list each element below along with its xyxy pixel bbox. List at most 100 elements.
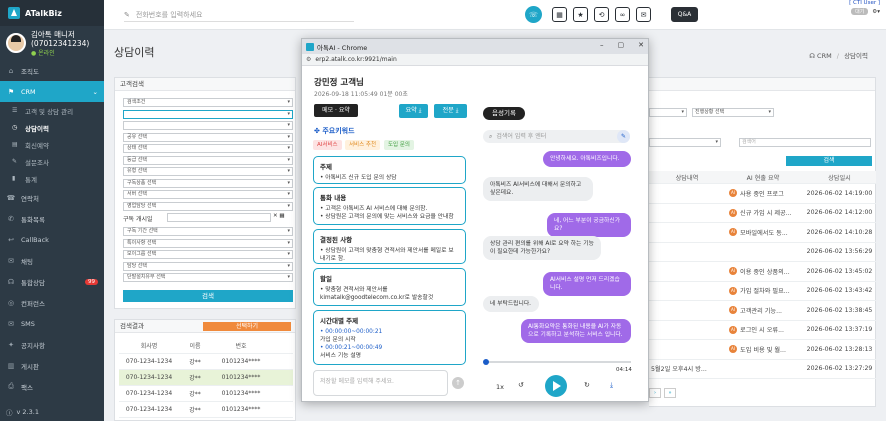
progress-knob[interactable] bbox=[483, 359, 489, 365]
filter-select[interactable]: 구독상품 선택 bbox=[123, 178, 293, 188]
sidebar-item[interactable]: ▮ 통계 bbox=[0, 170, 104, 187]
search-button[interactable]: 검색 bbox=[123, 290, 293, 302]
keyword-type-select[interactable] bbox=[649, 138, 721, 147]
subscribe-date-input[interactable] bbox=[167, 213, 271, 222]
site-info-icon: ⚙ bbox=[306, 56, 312, 63]
sidebar-item[interactable]: ☰ 고객 및 상담 관리 bbox=[0, 102, 104, 119]
maximize-icon[interactable]: ▢ bbox=[618, 41, 625, 49]
qa-button[interactable]: Q&A bbox=[671, 7, 698, 22]
rewind-icon[interactable]: ↺ bbox=[518, 381, 524, 389]
filter-select[interactable]: 모이그룹 선택 bbox=[123, 250, 293, 259]
table-row[interactable]: 070-1234-1234 강** 0101234**** bbox=[119, 370, 293, 386]
filter-select[interactable]: 등급 선택 bbox=[123, 155, 293, 165]
play-button[interactable] bbox=[545, 375, 567, 397]
sidebar-item[interactable]: ✎ 설문조사 bbox=[0, 153, 104, 170]
sidebar-item[interactable]: ▤ 회신예약 bbox=[0, 136, 104, 153]
table-row[interactable]: 2026-06-02 13:56:29 bbox=[649, 243, 876, 262]
table-row[interactable]: AI 신규 가입 시 제공... 2026-06-02 14:12:00 bbox=[649, 204, 876, 223]
phone-search-input[interactable]: ✎ 전화번호를 입력하세요 bbox=[124, 8, 354, 22]
sidebar-item[interactable]: ✆ 통화목록 bbox=[0, 208, 104, 229]
summary-card-title: 주제 bbox=[320, 163, 332, 171]
column-header: 회사명 bbox=[140, 343, 158, 350]
filter-select[interactable]: 검색조건 bbox=[123, 98, 293, 107]
table-row[interactable]: AI 로그인 시 오류... 2026-06-02 13:37:19 bbox=[649, 321, 876, 340]
table-cell: 2026-06-02 13:56:29 bbox=[806, 248, 873, 256]
chat-search-input[interactable]: ⌕ 검색어 입력 후 엔터 bbox=[483, 130, 630, 143]
download-full-button[interactable]: 전문 ⤓ bbox=[434, 104, 467, 118]
popup-titlebar[interactable]: 아톡AI - Chrome – ▢ ✕ bbox=[302, 39, 648, 54]
voice-record-tab[interactable]: 음성기록 bbox=[483, 107, 525, 120]
sidebar-item[interactable]: ✉ SMS bbox=[0, 313, 104, 334]
speed-button[interactable]: 1x bbox=[496, 383, 504, 391]
table-row[interactable]: AI 모바일에서도 동... 2026-06-02 14:10:28 bbox=[649, 223, 876, 243]
status-pill[interactable]: 대기 bbox=[851, 8, 869, 15]
sidebar-item[interactable]: ↩ CallBack bbox=[0, 229, 104, 250]
filter-select[interactable]: 상태 선택 bbox=[123, 144, 293, 153]
mail-button[interactable]: ✉ bbox=[636, 7, 651, 22]
download-icon[interactable]: ⤓ bbox=[610, 381, 613, 390]
edit-icon[interactable]: ✎ bbox=[617, 130, 630, 143]
forward-icon[interactable]: ↻ bbox=[584, 381, 590, 389]
sidebar-item[interactable]: ◷ 상담이력 bbox=[0, 119, 104, 136]
filter-select[interactable]: 특이사항 선택 bbox=[123, 238, 293, 248]
sidebar-item-label: 통계 bbox=[25, 175, 37, 184]
filter-select[interactable] bbox=[123, 109, 293, 119]
sidebar-item[interactable]: ☎ 연락처 bbox=[0, 187, 104, 208]
brand[interactable]: ATalkBiz bbox=[0, 0, 104, 26]
download-summary-button[interactable]: 요약 ⤓ bbox=[399, 104, 428, 118]
call-button[interactable]: ☏ bbox=[525, 6, 542, 23]
sidebar-item[interactable]: ◎ 컨퍼런스 bbox=[0, 292, 104, 313]
filter-select[interactable]: 단말설치유무 선택 bbox=[123, 273, 293, 282]
favorite-button[interactable]: ★ bbox=[573, 7, 588, 22]
table-row[interactable]: 070-1234-1234 강** 0101234**** bbox=[119, 386, 293, 402]
table-row[interactable]: 5월2일 오후4시 방... 2026-06-02 13:27:29 bbox=[649, 360, 876, 379]
select-button[interactable]: 선택하기 bbox=[203, 322, 291, 331]
table-row[interactable]: AI 이용 중인 상품의... 2026-06-02 13:45:02 bbox=[649, 262, 876, 282]
sidebar-item[interactable]: ⎙ 팩스 bbox=[0, 376, 104, 397]
dialpad-button[interactable]: ▦ bbox=[552, 7, 567, 22]
sidebar-item-label: 게시판 bbox=[21, 362, 39, 371]
user-profile[interactable]: 김아톡 매니저 (07012341234) ● 온라인 bbox=[0, 26, 104, 60]
send-memo-button[interactable]: ↑ bbox=[452, 377, 464, 389]
link-button[interactable]: ∞ bbox=[615, 7, 630, 22]
list-search-button[interactable]: 검색 bbox=[786, 156, 872, 166]
sidebar-item[interactable]: ✉ 채팅 bbox=[0, 250, 104, 271]
gear-icon[interactable]: ⚙▾ bbox=[872, 9, 880, 15]
filter-select[interactable]: 영업담당 선택 bbox=[123, 201, 293, 211]
close-icon[interactable]: ✕ bbox=[638, 41, 644, 49]
table-cell: 2026-06-02 13:38:45 bbox=[806, 306, 873, 314]
filter-select[interactable] bbox=[649, 108, 687, 117]
clear-icon[interactable]: ✕ ▦ bbox=[273, 213, 285, 219]
memo-summary-tab[interactable]: 메모 · 요약 bbox=[314, 104, 358, 117]
address-bar[interactable]: ⚙ erp2.atalk.co.kr:9921/main bbox=[302, 54, 648, 66]
sidebar-item[interactable]: ☊ 통합상담 99 bbox=[0, 271, 104, 292]
table-row[interactable]: AI 도입 비용 및 월... 2026-06-02 13:28:13 bbox=[649, 340, 876, 360]
breadcrumb-crm[interactable]: CRM bbox=[817, 52, 832, 60]
table-row[interactable]: 070-1234-1234 강** 0101234**** bbox=[119, 354, 293, 370]
memo-input[interactable]: 저장할 메모를 입력해 주세요. bbox=[313, 370, 448, 396]
progress-select[interactable]: 진행상황 선택 bbox=[692, 108, 774, 117]
minimize-icon[interactable]: – bbox=[600, 41, 604, 49]
sidebar-item[interactable]: ▥ 게시판 bbox=[0, 355, 104, 376]
filter-select[interactable]: 유형 선택 bbox=[123, 167, 293, 176]
keyword-search-input[interactable]: 검색어 bbox=[739, 138, 871, 147]
table-row[interactable]: 070-1234-1234 강** 0101234**** bbox=[119, 402, 293, 418]
table-row[interactable]: AI 사용 중인 프로그 2026-06-02 14:19:00 bbox=[649, 184, 876, 204]
filter-select[interactable]: 구독 기간 선택 bbox=[123, 227, 293, 236]
page-last-button[interactable]: » bbox=[664, 388, 676, 398]
agent-message: AI서비스 설명 먼저 드리겠습니다. bbox=[543, 272, 631, 296]
filter-select[interactable] bbox=[123, 121, 293, 130]
filter-select[interactable]: 서버 선택 bbox=[123, 190, 293, 199]
sidebar-nav: ⌂ 조직도 ⚑ CRM ⌄ ☰ 고객 및 상담 관리 ◷ 상담이력 ▤ 회신예약 ✎ 설문조사 ▮ 통계 ☎ 연… bbox=[0, 60, 104, 397]
ai-summary-cell: AI 도입 비용 및 월... bbox=[723, 345, 803, 354]
sidebar-item[interactable]: ✦ 공지사항 bbox=[0, 334, 104, 355]
table-row[interactable]: AI 고객관리 기능... 2026-06-02 13:38:45 bbox=[649, 301, 876, 321]
transfer-button[interactable]: ⟲ bbox=[594, 7, 609, 22]
page-next-button[interactable]: › bbox=[649, 388, 661, 398]
filter-select[interactable]: 공유 선택 bbox=[123, 132, 293, 142]
playback-progress[interactable] bbox=[483, 359, 631, 365]
sidebar-item[interactable]: ⚑ CRM ⌄ bbox=[0, 81, 104, 102]
table-row[interactable]: AI 가입 절차와 필요... 2026-06-02 13:43:42 bbox=[649, 282, 876, 301]
sidebar-item[interactable]: ⌂ 조직도 bbox=[0, 60, 104, 81]
filter-select[interactable]: 담당 선택 bbox=[123, 261, 293, 271]
